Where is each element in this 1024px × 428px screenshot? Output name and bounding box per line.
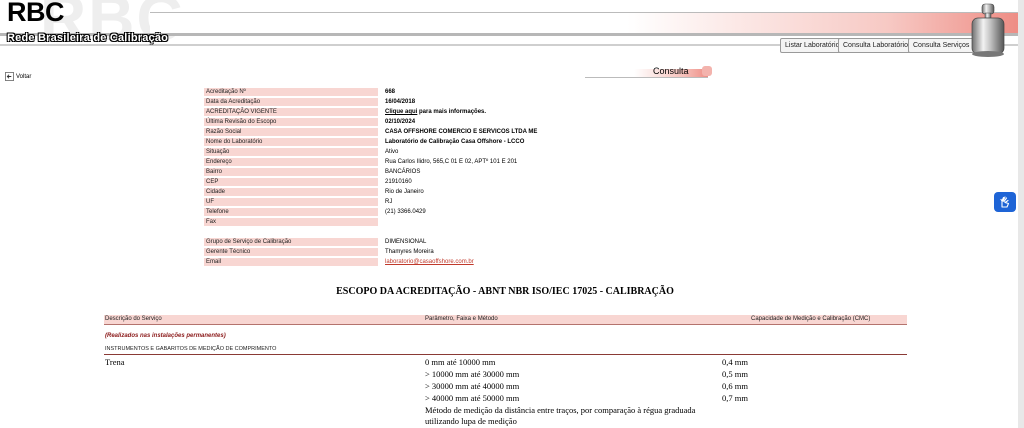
table-row-param: 0 mm até 10000 mm	[425, 357, 496, 367]
info-label: Email	[204, 258, 378, 266]
rbc-logo-subtitle: Rede Brasileira de Calibração	[7, 32, 169, 44]
clique-aqui-link[interactable]: Clique aqui	[385, 109, 417, 115]
service-category: INSTRUMENTOS E GABARITOS DE MEDIÇÃO DE C…	[105, 346, 277, 352]
page-header: RBC RBC Rede Brasileira de Calibração Li…	[0, 0, 1024, 62]
accessibility-button[interactable]	[994, 192, 1016, 212]
window-edge	[1018, 0, 1024, 428]
info-label: Cidade	[204, 188, 378, 196]
consulta-laboratorios-button[interactable]: Consulta Laboratórios	[838, 38, 917, 53]
table-row-param: > 40000 mm até 50000 mm	[425, 393, 520, 403]
info-value: Rua Carlos Ilidro, 565,C 01 E 02, APTº 1…	[385, 159, 518, 165]
info-row-grupo-servico: Grupo de Serviço de Calibração DIMENSION…	[204, 238, 504, 247]
service-method: Método de medição da distância entre tra…	[425, 405, 696, 426]
back-arrow-icon	[5, 72, 14, 81]
info-row-data-acreditacao: Data da Acreditação 16/04/2018	[204, 98, 504, 107]
info-label: Acreditação Nº	[204, 88, 378, 96]
info-label: Grupo de Serviço de Calibração	[204, 238, 378, 246]
table-row-cmc: 0,5 mm	[722, 369, 748, 379]
scope-title: ESCOPO DA ACREDITAÇÃO - ABNT NBR ISO/IEC…	[336, 286, 674, 297]
consulta-knob-icon	[702, 66, 712, 76]
info-label: Endereço	[204, 158, 378, 166]
info-value: 21910160	[385, 179, 412, 185]
info-value: Ativo	[385, 149, 399, 155]
col-header-descricao: Descrição do Serviço	[105, 316, 162, 322]
info-row-fax: Fax	[204, 218, 504, 227]
table-row-param: > 30000 mm até 40000 mm	[425, 381, 520, 391]
service-item-description: Trena	[105, 357, 125, 367]
info-row-telefone: Telefone (21) 3366.0429	[204, 208, 504, 217]
info-value: Rio de Janeiro	[385, 189, 424, 195]
email-link[interactable]: laboratorio@casaoffshore.com.br	[385, 258, 474, 267]
info-value: 02/10/2024	[385, 119, 416, 125]
info-value: RJ	[385, 199, 393, 205]
header-gradient-bar	[150, 12, 1018, 33]
table-row-cmc: 0,4 mm	[722, 357, 748, 367]
info-value-suffix: para mais informações.	[417, 109, 487, 115]
info-value: Laboratório de Calibração Casa Offshore …	[385, 139, 525, 145]
info-label: Nome do Laboratório	[204, 138, 378, 146]
info-label: UF	[204, 198, 378, 206]
info-row-situacao: Situação Ativo	[204, 148, 504, 157]
info-label: Última Revisão do Escopo	[204, 118, 378, 126]
info-label: ACREDITAÇÃO VIGENTE	[204, 108, 378, 116]
info-label: CEP	[204, 178, 378, 186]
sign-language-hand-icon	[1000, 196, 1010, 208]
col-header-parametro: Parâmetro, Faixa e Método	[425, 316, 498, 322]
table-row-cmc: 0,6 mm	[722, 381, 748, 391]
voltar-label: Voltar	[16, 73, 32, 80]
info-row-nome-laboratorio: Nome do Laboratório Laboratório de Calib…	[204, 138, 524, 147]
service-location-note: (Realizados nas instalações permanentes)	[105, 333, 226, 339]
calibration-weight-icon	[971, 3, 1005, 57]
info-row-bairro: Bairro BANCÁRIOS	[204, 168, 504, 177]
info-label: Data da Acreditação	[204, 98, 378, 106]
info-row-cidade: Cidade Rio de Janeiro	[204, 188, 504, 197]
info-value: 16/04/2018	[385, 99, 416, 105]
service-table-header: Descrição do Serviço Parâmetro, Faixa e …	[104, 315, 907, 325]
info-row-uf: UF RJ	[204, 198, 504, 207]
info-row-cep: CEP 21910160	[204, 178, 504, 187]
table-row-cmc: 0,7 mm	[722, 393, 748, 403]
info-value: CASA OFFSHORE COMERCIO E SERVICOS LTDA M…	[385, 129, 538, 135]
table-row-param: > 10000 mm até 30000 mm	[425, 369, 520, 379]
consulta-tab[interactable]: Consulta	[585, 66, 715, 78]
consulta-label: Consulta	[653, 66, 689, 76]
consulta-servicos-button[interactable]: Consulta Serviços	[908, 38, 975, 53]
consulta-gradient	[585, 69, 708, 78]
info-value: 668	[385, 89, 396, 95]
info-label: Fax	[204, 218, 378, 226]
info-label: Gerente Técnico	[204, 248, 378, 256]
info-row-razao-social: Razão Social CASA OFFSHORE COMERCIO E SE…	[204, 128, 537, 137]
info-row-email: Email laboratorio@casaoffshore.com.br	[204, 258, 504, 267]
info-row-gerente-tecnico: Gerente Técnico Thamyres Moreira	[204, 248, 504, 257]
info-value: Clique aqui para mais informações.	[385, 108, 486, 117]
info-value: (21) 3366.0429	[385, 209, 426, 215]
info-row-ultima-revisao: Última Revisão do Escopo 02/10/2024	[204, 118, 504, 127]
info-row-endereco: Endereço Rua Carlos Ilidro, 565,C 01 E 0…	[204, 158, 517, 167]
info-value: Thamyres Moreira	[385, 249, 434, 255]
rbc-logo: RBC	[7, 0, 65, 27]
info-label: Situação	[204, 148, 378, 156]
col-header-cmc: Capacidade de Medição e Calibração (CMC)	[751, 316, 871, 322]
info-label: Razão Social	[204, 128, 378, 136]
info-row-acreditacao-vigente: ACREDITAÇÃO VIGENTE Clique aqui para mai…	[204, 108, 504, 117]
info-row-acreditacao-numero: Acreditação Nº 668	[204, 88, 504, 97]
service-category-divider	[104, 354, 907, 355]
info-value: DIMENSIONAL	[385, 239, 427, 245]
voltar-link[interactable]: Voltar	[5, 72, 31, 81]
info-label: Bairro	[204, 168, 378, 176]
info-label: Telefone	[204, 208, 378, 216]
info-value: BANCÁRIOS	[385, 169, 421, 175]
